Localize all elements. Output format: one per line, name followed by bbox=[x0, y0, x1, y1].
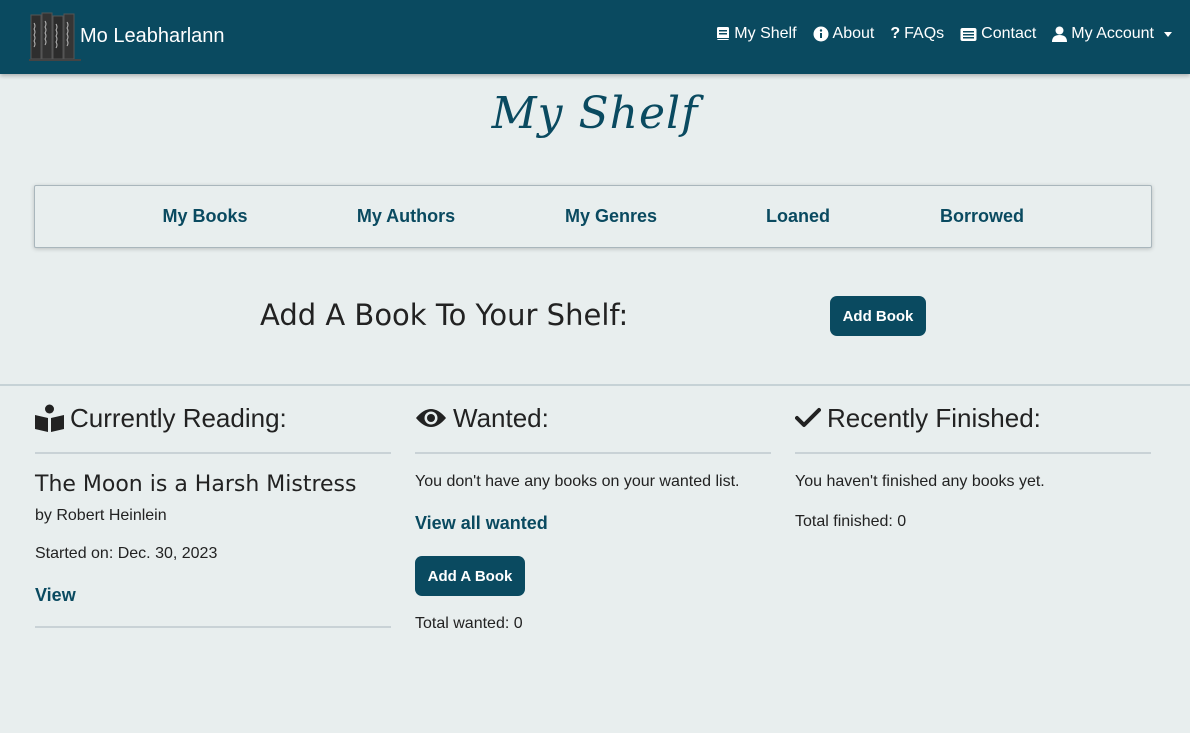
page-title: My Shelf bbox=[491, 88, 699, 139]
nav-my-shelf-label: My Shelf bbox=[734, 25, 797, 42]
wanted-panel: Wanted: You don't have any books on your… bbox=[415, 398, 771, 534]
current-book-author: by Robert Heinlein bbox=[35, 507, 167, 524]
nav-about-label: About bbox=[832, 25, 875, 42]
currently-reading-header: Currently Reading: bbox=[35, 398, 391, 438]
current-book-title: The Moon is a Harsh Mistress bbox=[35, 472, 357, 497]
divider bbox=[415, 452, 771, 454]
divider bbox=[35, 452, 391, 454]
wanted-empty-text: You don't have any books on your wanted … bbox=[415, 473, 740, 490]
view-current-book-link[interactable]: View bbox=[35, 585, 391, 606]
add-book-button[interactable]: Add Book bbox=[830, 296, 926, 336]
tab-my-books[interactable]: My Books bbox=[162, 206, 247, 227]
book-icon bbox=[717, 27, 730, 40]
envelope-icon bbox=[960, 27, 977, 41]
currently-reading-heading: Currently Reading: bbox=[70, 402, 287, 433]
section-divider bbox=[0, 384, 1190, 386]
tab-my-authors[interactable]: My Authors bbox=[357, 206, 455, 227]
divider bbox=[35, 626, 391, 628]
chevron-down-icon bbox=[1164, 31, 1172, 37]
nav-links: My Shelf About ? FAQs Contact My Account bbox=[716, 25, 1172, 43]
tab-loaned[interactable]: Loaned bbox=[766, 206, 830, 227]
add-book-heading: Add A Book To Your Shelf: bbox=[260, 298, 629, 332]
eye-icon bbox=[416, 409, 446, 427]
add-a-book-button[interactable]: Add A Book bbox=[415, 556, 525, 596]
nav-contact-label: Contact bbox=[981, 25, 1037, 42]
bookshelf-logo-icon[interactable] bbox=[29, 11, 81, 61]
nav-about[interactable]: About bbox=[813, 25, 875, 43]
user-icon bbox=[1052, 26, 1068, 42]
finished-empty-text: You haven't finished any books yet. bbox=[795, 473, 1045, 490]
divider bbox=[795, 452, 1151, 454]
nav-faqs[interactable]: ? FAQs bbox=[890, 25, 944, 43]
currently-reading-panel: Currently Reading: The Moon is a Harsh M… bbox=[35, 398, 391, 628]
shelf-tabs: My Books My Authors My Genres Loaned Bor… bbox=[34, 185, 1152, 248]
nav-my-shelf[interactable]: My Shelf bbox=[716, 25, 797, 43]
view-all-wanted-link[interactable]: View all wanted bbox=[415, 513, 771, 534]
tab-my-genres[interactable]: My Genres bbox=[565, 206, 657, 227]
question-icon: ? bbox=[890, 25, 901, 42]
recently-finished-header: Recently Finished: bbox=[795, 398, 1151, 438]
wanted-heading: Wanted: bbox=[453, 402, 549, 433]
info-icon bbox=[813, 26, 829, 42]
brand-name[interactable]: Mo Leabharlann bbox=[80, 25, 225, 48]
wanted-header: Wanted: bbox=[415, 398, 771, 438]
recently-finished-heading: Recently Finished: bbox=[827, 402, 1041, 433]
navbar: Mo Leabharlann My Shelf About ? FAQs Con… bbox=[0, 0, 1190, 74]
nav-my-account[interactable]: My Account bbox=[1052, 25, 1172, 43]
nav-my-account-label: My Account bbox=[1071, 25, 1154, 42]
reader-icon bbox=[35, 404, 64, 432]
nav-contact[interactable]: Contact bbox=[960, 25, 1036, 43]
finished-total: Total finished: 0 bbox=[795, 513, 907, 530]
check-icon bbox=[795, 408, 821, 427]
current-book-started: Started on: Dec. 30, 2023 bbox=[35, 545, 218, 562]
wanted-total: Total wanted: 0 bbox=[415, 615, 523, 632]
tab-borrowed[interactable]: Borrowed bbox=[940, 206, 1024, 227]
recently-finished-panel: Recently Finished: You haven't finished … bbox=[795, 398, 1151, 531]
nav-faqs-label: FAQs bbox=[904, 25, 945, 42]
